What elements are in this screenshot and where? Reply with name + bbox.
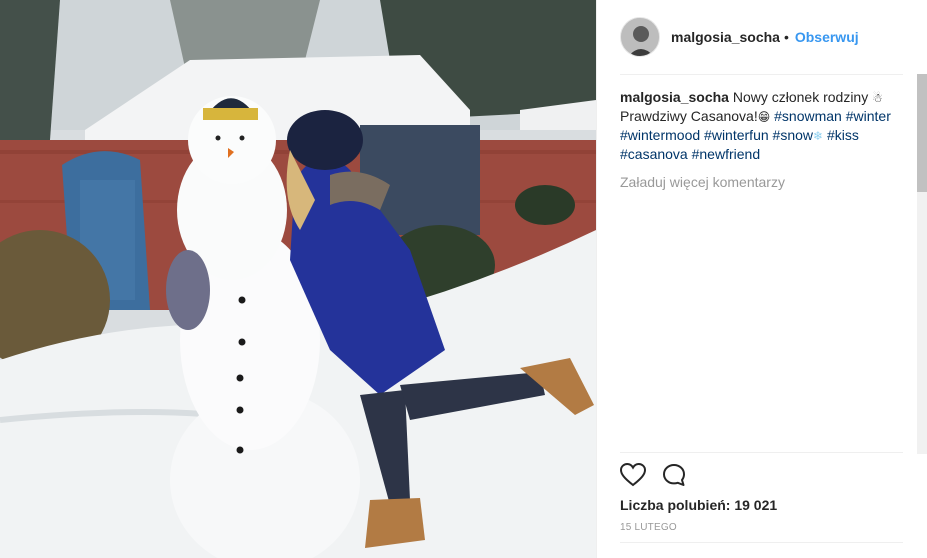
follow-button[interactable]: Obserwuj bbox=[795, 29, 859, 45]
hashtag-winterfun[interactable]: #winterfun bbox=[704, 127, 769, 143]
hashtag-snow[interactable]: #snow bbox=[773, 127, 813, 143]
caption-text-1: Nowy członek rodziny bbox=[732, 89, 869, 105]
avatar[interactable] bbox=[620, 17, 660, 57]
snowflake-emoji-icon: ❄ bbox=[813, 129, 824, 143]
comments-scrollbar[interactable] bbox=[917, 74, 927, 192]
grin-emoji-icon: 😁 bbox=[757, 110, 771, 124]
footer-divider bbox=[620, 542, 903, 543]
snowman-emoji-icon: ☃ bbox=[872, 91, 883, 105]
comments-section: malgosia_socha Nowy członek rodziny ☃ Pr… bbox=[620, 88, 906, 191]
header-divider bbox=[620, 74, 903, 75]
action-bar bbox=[620, 463, 686, 487]
comment-icon[interactable] bbox=[662, 463, 686, 487]
hashtag-newfriend[interactable]: #newfriend bbox=[692, 146, 761, 162]
hashtag-snowman[interactable]: #snowman bbox=[774, 108, 842, 124]
hashtag-casanova[interactable]: #casanova bbox=[620, 146, 688, 162]
header-username[interactable]: malgosia_socha bbox=[671, 29, 780, 45]
caption: malgosia_socha Nowy członek rodziny ☃ Pr… bbox=[620, 88, 906, 163]
snowman-photo bbox=[0, 0, 596, 558]
post-panel: malgosia_socha • Obserwuj malgosia_socha… bbox=[596, 0, 927, 558]
post-header: malgosia_socha • Obserwuj bbox=[597, 0, 927, 74]
caption-username[interactable]: malgosia_socha bbox=[620, 89, 729, 105]
hashtag-kiss[interactable]: #kiss bbox=[827, 127, 859, 143]
post-photo[interactable] bbox=[0, 0, 596, 558]
hashtag-wintermood[interactable]: #wintermood bbox=[620, 127, 700, 143]
load-more-comments-button[interactable]: Załaduj więcej komentarzy bbox=[620, 173, 906, 191]
header-separator: • bbox=[783, 29, 789, 45]
hashtag-winter[interactable]: #winter bbox=[846, 108, 891, 124]
actions-divider bbox=[620, 452, 903, 453]
caption-text-2: Prawdziwy Casanova! bbox=[620, 108, 758, 124]
likes-count[interactable]: Liczba polubień: 19 021 bbox=[620, 497, 777, 513]
avatar-image bbox=[621, 18, 659, 56]
post-date[interactable]: 15 LUTEGO bbox=[620, 522, 677, 533]
heart-icon[interactable] bbox=[620, 463, 646, 487]
